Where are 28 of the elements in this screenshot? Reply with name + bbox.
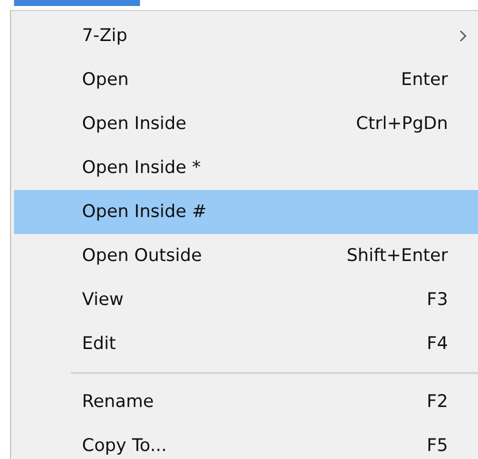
menu-item[interactable]: Copy To... F5 bbox=[14, 424, 478, 459]
shortcut-label: Shift+Enter bbox=[346, 246, 448, 266]
menu-item[interactable]: View F3 bbox=[14, 278, 478, 322]
menu-item-label: Rename bbox=[82, 392, 155, 412]
shortcut-label: F2 bbox=[426, 392, 448, 412]
menu-item-label: Open Inside # bbox=[82, 202, 208, 222]
menu-item-label: Copy To... bbox=[82, 436, 168, 456]
shortcut-label: F5 bbox=[426, 436, 448, 456]
shortcut-label: F3 bbox=[426, 290, 448, 310]
menu-item[interactable]: 7-Zip bbox=[14, 14, 478, 58]
menu-item-label: Open bbox=[82, 70, 130, 90]
menu-item[interactable]: Open Outside Shift+Enter bbox=[14, 234, 478, 278]
shortcut-label: Enter bbox=[401, 70, 448, 90]
shortcut-label: Ctrl+PgDn bbox=[356, 114, 448, 134]
shortcut-label: F4 bbox=[426, 334, 448, 354]
menu-item-label: 7-Zip bbox=[82, 26, 128, 46]
menu-item[interactable]: Open Enter bbox=[14, 58, 478, 102]
menu-item-label: Edit bbox=[82, 334, 117, 354]
menu-item[interactable]: Rename F2 bbox=[14, 380, 478, 424]
menu-item[interactable]: Open Inside # bbox=[14, 190, 478, 234]
menu-item-label: Open Outside bbox=[82, 246, 203, 266]
menu-item-label: View bbox=[82, 290, 125, 310]
menu-item[interactable]: Open Inside * bbox=[14, 146, 478, 190]
menu-item-label: Open Inside * bbox=[82, 158, 202, 178]
menu-item[interactable]: Open Inside Ctrl+PgDn bbox=[14, 102, 478, 146]
chevron-right-icon bbox=[459, 30, 467, 42]
menu-item-label: Open Inside bbox=[82, 114, 188, 134]
menu-item[interactable]: Edit F4 bbox=[14, 322, 478, 366]
